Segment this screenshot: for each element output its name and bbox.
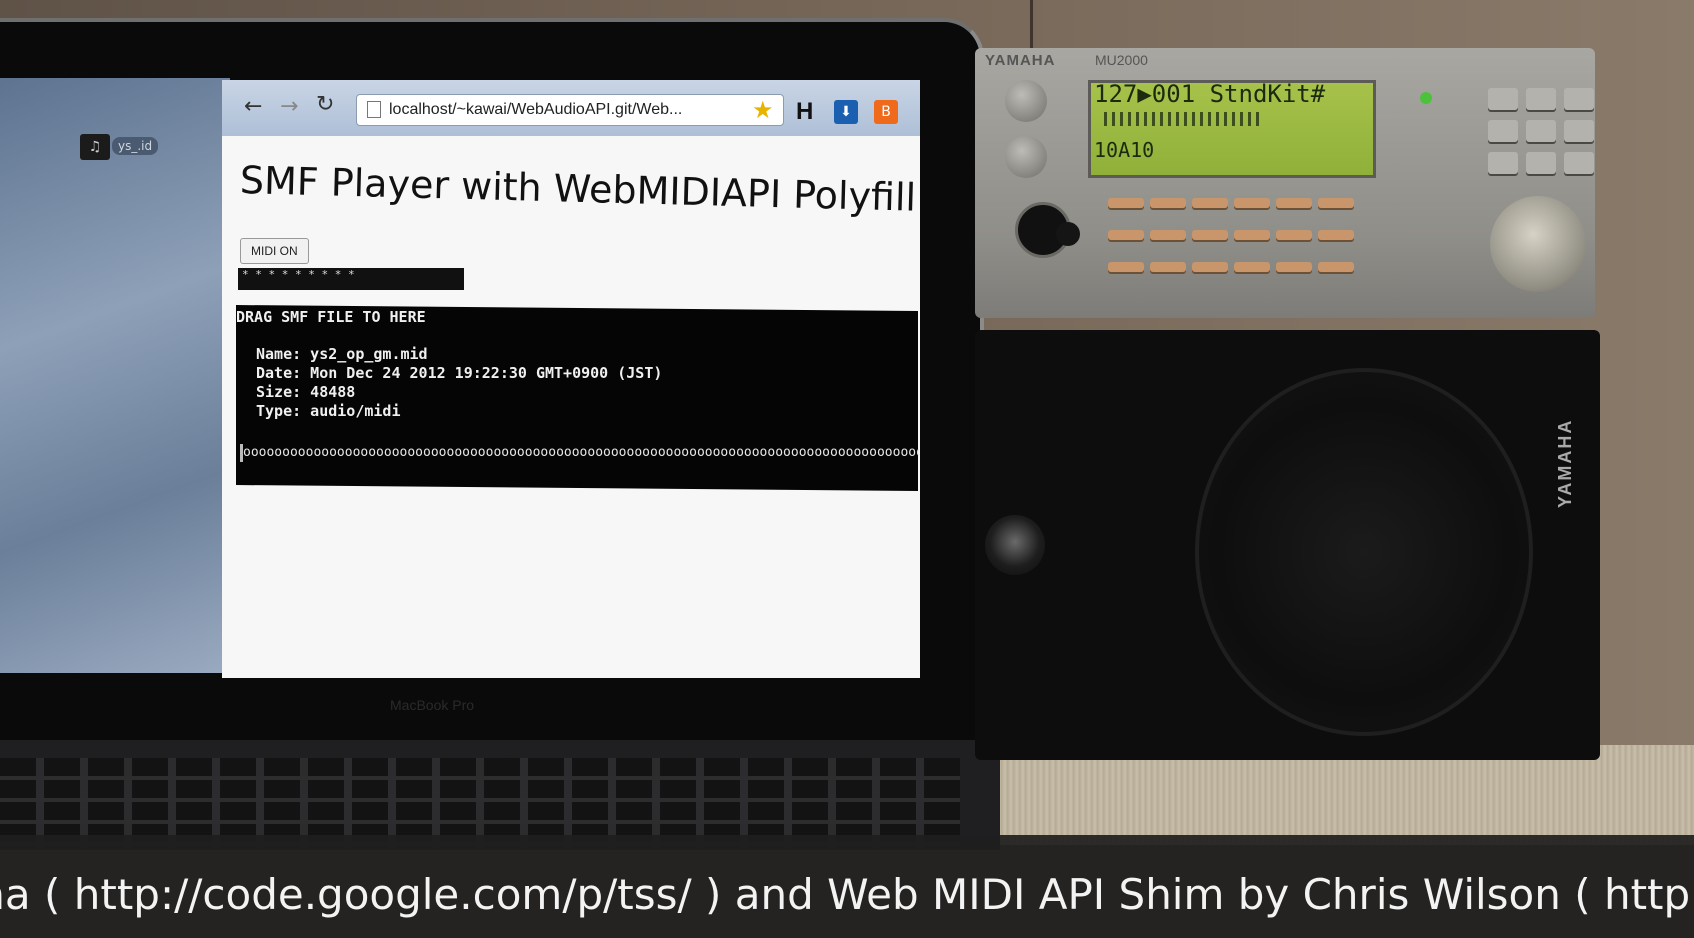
file-type: Type: audio/midi [256, 402, 401, 420]
speaker-woofer [1195, 368, 1533, 736]
function-button[interactable] [1488, 152, 1518, 174]
function-button[interactable] [1526, 152, 1556, 174]
part-button[interactable] [1108, 262, 1144, 272]
part-button[interactable] [1192, 230, 1228, 240]
extension-blogger-icon[interactable]: B [874, 100, 898, 124]
part-button[interactable] [1234, 262, 1270, 272]
laptop-brand: MacBook Pro [390, 697, 475, 713]
function-button[interactable] [1564, 152, 1594, 174]
desktop-icon-label[interactable]: ys_.id [112, 137, 159, 155]
function-button[interactable] [1488, 88, 1518, 110]
music-file-icon[interactable]: ♫ [80, 134, 110, 160]
speaker-brand: YAMAHA [1555, 418, 1575, 508]
function-button[interactable] [1526, 88, 1556, 110]
input-knob[interactable] [1005, 136, 1047, 178]
part-button[interactable] [1234, 198, 1270, 208]
part-button[interactable] [1318, 262, 1354, 272]
file-name: Name: ys2_op_gm.mid [256, 345, 428, 363]
part-button[interactable] [1108, 230, 1144, 240]
page-icon [367, 101, 381, 119]
synth-brand: YAMAHA [985, 52, 1056, 69]
file-size: Size: 48488 [256, 383, 356, 401]
midi-on-button[interactable]: MIDI ON [240, 238, 309, 264]
part-button[interactable] [1318, 198, 1354, 208]
part-button[interactable] [1150, 230, 1186, 240]
file-date: Date: Mon Dec 24 2012 19:22:30 GMT+0900 … [256, 364, 663, 382]
part-button[interactable] [1192, 198, 1228, 208]
forward-arrow-icon[interactable]: → [280, 94, 298, 119]
part-button[interactable] [1276, 198, 1312, 208]
playback-progress: oooooooooooooooooooooooooooooooooooooooo… [240, 444, 919, 462]
lcd-level-meter [1104, 112, 1264, 126]
mic-jack [1056, 222, 1080, 246]
part-button[interactable] [1276, 230, 1312, 240]
part-button[interactable] [1192, 262, 1228, 272]
part-button[interactable] [1318, 230, 1354, 240]
synth-model: MU2000 [1095, 52, 1148, 68]
video-caption: ma ( http://code.google.com/p/tss/ ) and… [0, 870, 1691, 919]
midi-status-bar: * * * * * * * * * [238, 268, 464, 290]
function-button[interactable] [1564, 120, 1594, 142]
address-bar[interactable]: localhost/~kawai/WebAudioAPI.git/Web... [356, 94, 784, 126]
tatami-table [960, 745, 1694, 845]
data-dial-knob[interactable] [1490, 196, 1586, 292]
back-arrow-icon[interactable]: ← [244, 94, 262, 119]
function-button[interactable] [1526, 120, 1556, 142]
part-button[interactable] [1150, 262, 1186, 272]
extension-download-icon[interactable]: ⬇ [834, 100, 858, 124]
part-button[interactable] [1234, 230, 1270, 240]
speaker-tweeter [985, 515, 1045, 575]
desktop-wallpaper [0, 78, 230, 673]
part-button[interactable] [1108, 198, 1144, 208]
extension-h-icon[interactable]: H [796, 98, 813, 126]
lcd-line-3: 10A10 [1094, 138, 1155, 162]
function-button[interactable] [1564, 88, 1594, 110]
address-bar-url: localhost/~kawai/WebAudioAPI.git/Web... [389, 101, 683, 118]
part-button[interactable] [1150, 198, 1186, 208]
part-button[interactable] [1276, 262, 1312, 272]
reload-icon[interactable]: ↻ [316, 92, 334, 117]
function-button[interactable] [1488, 120, 1518, 142]
lcd-line-1: 127▶001 StndKit# [1094, 80, 1326, 108]
bookmark-star-icon[interactable]: ★ [752, 96, 774, 124]
power-led [1420, 92, 1432, 104]
volume-knob[interactable] [1005, 80, 1047, 122]
drop-zone-title: DRAG SMF FILE TO HERE [236, 308, 426, 326]
